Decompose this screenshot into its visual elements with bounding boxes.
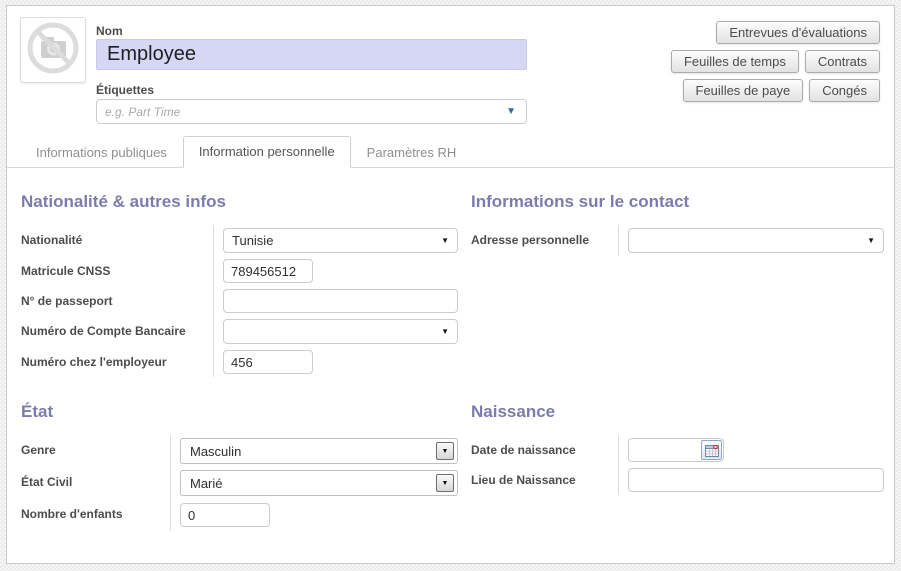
gender-select[interactable]: Masculin ▼ (180, 438, 458, 464)
contracts-button[interactable]: Contrats (805, 50, 880, 73)
field-row: N° de passeport (21, 286, 458, 316)
marital-status-select[interactable]: Marié ▼ (180, 470, 458, 496)
field-label: Lieu de Naissance (471, 465, 618, 495)
field-row: Matricule CNSS (21, 256, 458, 286)
section-title: État (21, 402, 458, 422)
cnss-number-input[interactable] (223, 259, 313, 283)
field-label: Nationalité (21, 225, 213, 256)
payslips-button[interactable]: Feuilles de paye (683, 79, 804, 102)
employee-photo-placeholder[interactable] (20, 17, 86, 83)
field-row: Lieu de Naissance (471, 465, 884, 495)
passport-number-input[interactable] (223, 289, 458, 313)
evaluations-button[interactable]: Entrevues d'évaluations (716, 21, 880, 44)
field-label: Date de naissance (471, 435, 618, 465)
home-address-select[interactable]: ▼ (628, 228, 884, 253)
no-camera-icon (25, 20, 81, 81)
field-label: État Civil (21, 467, 170, 499)
employer-number-input[interactable] (223, 350, 313, 374)
field-row: Numéro de Compte Bancaire ▼ (21, 316, 458, 347)
field-row: Numéro chez l'employeur (21, 347, 458, 377)
field-label: Numéro de Compte Bancaire (21, 316, 213, 347)
chevron-down-icon: ▼ (441, 328, 449, 336)
field-label: N° de passeport (21, 286, 213, 316)
chevron-down-icon: ▼ (436, 474, 454, 492)
field-label: Adresse personnelle (471, 225, 618, 256)
selected-value: Masculin (190, 444, 241, 459)
section-title: Nationalité & autres infos (21, 192, 458, 212)
chevron-down-icon[interactable]: ▼ (506, 107, 516, 117)
section-nationality: Nationalité & autres infos Nationalité T… (21, 192, 458, 377)
tab-public-info[interactable]: Informations publiques (20, 137, 183, 168)
nationality-select[interactable]: Tunisie ▼ (223, 228, 458, 253)
birthplace-input[interactable] (628, 468, 884, 492)
leaves-button[interactable]: Congés (809, 79, 880, 102)
section-contact: Informations sur le contact Adresse pers… (471, 192, 884, 256)
tags-select[interactable]: e.g. Part Time ▼ (96, 99, 527, 124)
employee-form-page: { "header": { "name_label": "Nom", "name… (0, 0, 901, 571)
section-title: Informations sur le contact (471, 192, 884, 212)
field-row: Date de naissance (471, 435, 884, 465)
tab-personal-info[interactable]: Information personnelle (183, 136, 351, 168)
field-row: État Civil Marié ▼ (21, 467, 458, 499)
field-row: Genre Masculin ▼ (21, 435, 458, 467)
notebook-tabbar: Informations publiques Information perso… (7, 139, 894, 168)
selected-value: Marié (190, 476, 223, 491)
timesheets-button[interactable]: Feuilles de temps (671, 50, 799, 73)
chevron-down-icon: ▼ (867, 237, 875, 245)
field-label: Numéro chez l'employeur (21, 347, 213, 377)
tab-hr-settings[interactable]: Paramètres RH (351, 137, 473, 168)
birthdate-field (628, 438, 724, 462)
field-label: Genre (21, 435, 170, 467)
children-count-input[interactable] (180, 503, 270, 527)
chevron-down-icon: ▼ (441, 237, 449, 245)
field-row: Nombre d'enfants (21, 499, 458, 531)
field-row: Nationalité Tunisie ▼ (21, 225, 458, 256)
smart-buttons: Entrevues d'évaluations Feuilles de temp… (671, 21, 880, 102)
selected-value: Tunisie (232, 233, 273, 248)
employee-name-input[interactable] (96, 39, 527, 70)
field-label: Matricule CNSS (21, 256, 213, 286)
field-label: Nombre d'enfants (21, 499, 170, 531)
name-field-label: Nom (96, 24, 123, 38)
section-birth: Naissance Date de naissance (471, 402, 884, 495)
tags-field-label: Étiquettes (96, 83, 154, 97)
section-status: État Genre Masculin ▼ État Civil Marié ▼… (21, 402, 458, 531)
field-row: Adresse personnelle ▼ (471, 225, 884, 256)
calendar-icon[interactable] (701, 440, 722, 460)
tags-placeholder: e.g. Part Time (105, 105, 180, 119)
chevron-down-icon: ▼ (436, 442, 454, 460)
section-title: Naissance (471, 402, 884, 422)
form-sheet: Nom Étiquettes e.g. Part Time ▼ Entrevue… (6, 5, 895, 564)
bank-account-select[interactable]: ▼ (223, 319, 458, 344)
